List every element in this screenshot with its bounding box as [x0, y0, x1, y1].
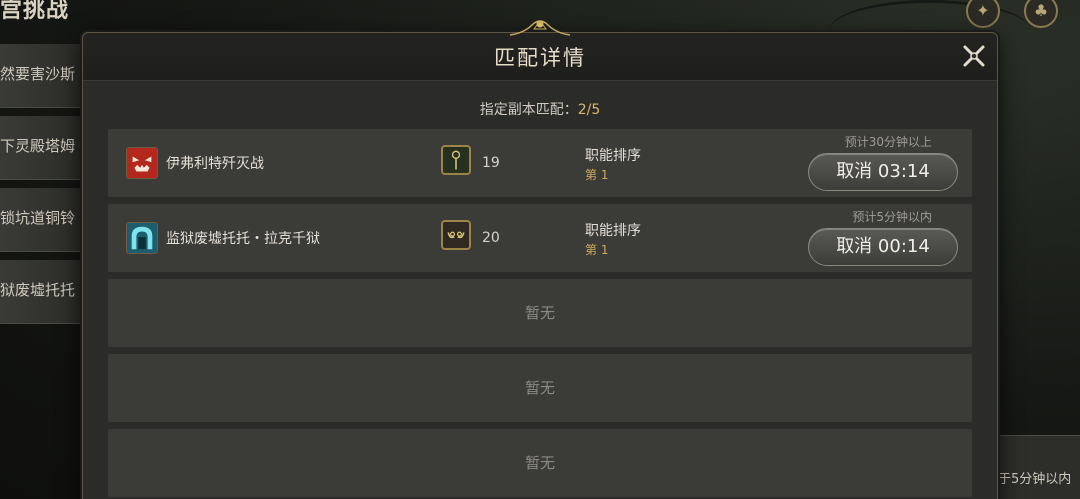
empty-slot: 暂无	[108, 429, 972, 497]
prison-ruins-icon	[126, 222, 158, 254]
background-list-item[interactable]: 然要害沙斯	[0, 44, 84, 108]
empty-slot: 暂无	[108, 279, 972, 347]
header-ornament-icon	[509, 20, 571, 36]
queue-row: 伊弗利特歼灭战 19 职能排序 第 1 预计30分钟以上 取消 03:14	[108, 129, 972, 197]
party-icon[interactable]: ♣	[1024, 0, 1058, 28]
role-count: 20	[482, 230, 500, 246]
sort-rank: 第 1	[585, 168, 609, 182]
match-details-dialog: 匹配详情 指定副本匹配：2/5 伊弗利特歼灭战 19 职能排序 第 1 预计30…	[82, 20, 998, 499]
sort-label: 职能排序	[585, 223, 641, 239]
close-icon[interactable]	[961, 43, 987, 69]
match-summary: 指定副本匹配：2/5	[83, 99, 997, 119]
cancel-queue-button[interactable]: 取消 00:14	[808, 228, 958, 266]
summary-value: 2/5	[577, 102, 601, 118]
healer-staff-icon	[441, 145, 471, 175]
cancel-queue-button[interactable]: 取消 03:14	[808, 153, 958, 191]
empty-slot: 暂无	[108, 354, 972, 422]
game-screen: 宫挑战 然要害沙斯 下灵殿塔姆 锁坑道铜铃 狱废墟托托 ✦ ♣ 于5分钟以内 匹…	[0, 0, 1080, 499]
dialog-header: 匹配详情	[83, 20, 997, 81]
background-list-item[interactable]: 下灵殿塔姆	[0, 116, 84, 180]
dungeon-name: 伊弗利特歼灭战	[166, 156, 264, 172]
sort-rank: 第 1	[585, 243, 609, 257]
dungeon-name: 监狱废墟托托・拉克千狱	[166, 231, 320, 247]
ifrit-icon	[126, 147, 158, 179]
background-title: 宫挑战	[0, 0, 70, 23]
eta-text: 预计5分钟以内	[852, 210, 932, 224]
dps-horns-icon	[441, 220, 471, 250]
background-dungeon-list: 然要害沙斯 下灵殿塔姆 锁坑道铜铃 狱废墟托托	[0, 44, 84, 332]
eta-text: 预计30分钟以上	[844, 135, 932, 149]
background-list-item[interactable]: 锁坑道铜铃	[0, 188, 84, 252]
role-count: 19	[482, 155, 500, 171]
dialog-title: 匹配详情	[494, 46, 586, 70]
sort-label: 职能排序	[585, 148, 641, 164]
summary-label: 指定副本匹配：	[479, 102, 578, 118]
background-corner-eta: 于5分钟以内	[996, 435, 1080, 499]
queue-row: 监狱废墟托托・拉克千狱 20 职能排序 第 1 预计5分钟以内 取消 00:14	[108, 204, 972, 272]
background-list-item[interactable]: 狱废墟托托	[0, 260, 84, 324]
